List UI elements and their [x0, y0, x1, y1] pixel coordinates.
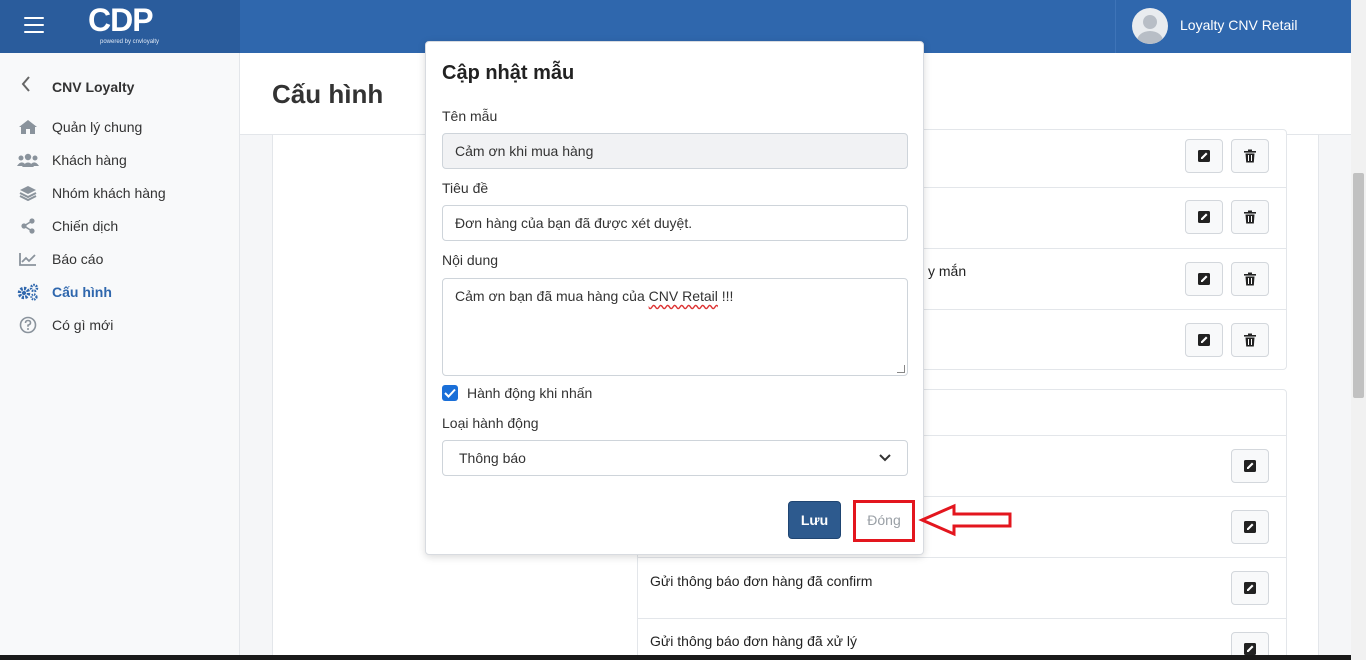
- edit-button[interactable]: [1231, 571, 1269, 605]
- avatar: [1132, 8, 1168, 44]
- content-text-start: Cảm ơn bạn đã mua hàng của: [455, 288, 649, 304]
- delete-button[interactable]: [1231, 139, 1269, 173]
- share-icon: [16, 216, 40, 236]
- sidebar-item-whats-new[interactable]: Có gì mới: [16, 313, 236, 337]
- update-template-modal: Cập nhật mẫu Tên mẫu Cảm ơn khi mua hàng…: [425, 41, 924, 555]
- back-chevron-icon[interactable]: [20, 76, 32, 97]
- row-text: y mắn: [928, 263, 967, 279]
- home-icon: [16, 117, 40, 137]
- table-row: Gửi thông báo đơn hàng đã confirm: [638, 558, 1286, 619]
- chevron-down-icon: [879, 454, 891, 462]
- users-icon: [16, 150, 40, 170]
- checkmark-icon: [444, 388, 456, 398]
- bottom-edge: [0, 655, 1351, 660]
- sidebar-item-settings[interactable]: Cấu hình: [16, 280, 236, 304]
- sidebar-item-label: Khách hàng: [52, 152, 127, 168]
- edit-icon: [1244, 521, 1256, 533]
- sidebar-item-label: Chiến dịch: [52, 218, 119, 234]
- action-on-tap-label: Hành động khi nhấn: [467, 385, 593, 401]
- edit-button[interactable]: [1231, 449, 1269, 483]
- gears-icon: [16, 282, 40, 302]
- edit-button[interactable]: [1185, 323, 1223, 357]
- row-text: Gửi thông báo đơn hàng đã xử lý: [650, 633, 857, 649]
- sidebar-item-label: Nhóm khách hàng: [52, 185, 166, 201]
- subject-field[interactable]: Đơn hàng của bạn đã được xét duyệt.: [442, 205, 908, 241]
- sidebar-item-label: Cấu hình: [52, 284, 112, 300]
- annotation-arrow-icon: [918, 503, 1012, 537]
- scrollbar-thumb[interactable]: [1353, 173, 1364, 398]
- content-text-brand: CNV Retail: [648, 288, 718, 304]
- logo[interactable]: CDP: [88, 2, 154, 39]
- sidebar-item-label: Quản lý chung: [52, 119, 143, 135]
- edit-icon: [1198, 334, 1210, 346]
- modal-title: Cập nhật mẫu: [442, 62, 575, 84]
- trash-icon: [1244, 149, 1256, 163]
- content-text-end: !!!: [717, 288, 734, 304]
- sidebar-item-general[interactable]: Quản lý chung: [16, 115, 236, 139]
- user-menu[interactable]: Loyalty CNV Retail: [1115, 0, 1351, 53]
- chart-icon: [16, 249, 40, 269]
- menu-icon[interactable]: [24, 17, 44, 33]
- sidebar-item-customers[interactable]: Khách hàng: [16, 148, 236, 172]
- page-title: Cấu hình: [272, 79, 384, 109]
- subject-label: Tiêu đề: [442, 180, 489, 196]
- edit-icon: [1244, 582, 1256, 594]
- resize-handle[interactable]: [897, 365, 905, 373]
- save-button[interactable]: Lưu: [788, 501, 841, 539]
- edit-button[interactable]: [1185, 139, 1223, 173]
- logo-subtitle: powered by cnvloyalty: [100, 39, 160, 45]
- template-name-label: Tên mẫu: [442, 108, 498, 124]
- edit-button[interactable]: [1185, 200, 1223, 234]
- trash-icon: [1244, 333, 1256, 347]
- highlight-box: [853, 500, 915, 542]
- trash-icon: [1244, 210, 1256, 224]
- edit-button[interactable]: [1185, 262, 1223, 296]
- username: Loyalty CNV Retail: [1180, 17, 1298, 33]
- sidebar-item-label: Có gì mới: [52, 317, 114, 333]
- action-type-label: Loại hành động: [442, 415, 539, 431]
- help-icon: [16, 315, 40, 335]
- sidebar-item-campaigns[interactable]: Chiến dịch: [16, 214, 236, 238]
- content-label: Nội dung: [442, 252, 499, 268]
- table-row: Gửi thông báo đơn hàng đã xử lý: [638, 619, 1286, 660]
- edit-icon: [1198, 273, 1210, 285]
- edit-icon: [1198, 211, 1210, 223]
- action-type-value: Thông báo: [459, 450, 526, 466]
- edit-icon: [1244, 643, 1256, 655]
- brand-area: CDP powered by cnvloyalty: [0, 0, 240, 53]
- row-text: Gửi thông báo đơn hàng đã confirm: [650, 573, 873, 589]
- template-name-field[interactable]: Cảm ơn khi mua hàng: [442, 133, 908, 169]
- sidebar-item-label: Báo cáo: [52, 251, 104, 267]
- edit-icon: [1244, 460, 1256, 472]
- action-type-select[interactable]: Thông báo: [442, 440, 908, 476]
- layers-icon: [16, 183, 40, 203]
- edit-icon: [1198, 150, 1210, 162]
- delete-button[interactable]: [1231, 262, 1269, 296]
- delete-button[interactable]: [1231, 200, 1269, 234]
- action-on-tap-checkbox[interactable]: [442, 385, 458, 401]
- sidebar: CNV Loyalty Quản lý chung Khách hàng Nhó…: [0, 53, 240, 660]
- edit-button[interactable]: [1231, 510, 1269, 544]
- page-scrollbar[interactable]: [1351, 0, 1366, 660]
- trash-icon: [1244, 272, 1256, 286]
- sidebar-title: CNV Loyalty: [52, 79, 135, 95]
- sidebar-item-reports[interactable]: Báo cáo: [16, 247, 236, 271]
- sidebar-item-customer-groups[interactable]: Nhóm khách hàng: [16, 181, 236, 205]
- delete-button[interactable]: [1231, 323, 1269, 357]
- content-textarea[interactable]: Cảm ơn bạn đã mua hàng của CNV Retail !!…: [442, 278, 908, 376]
